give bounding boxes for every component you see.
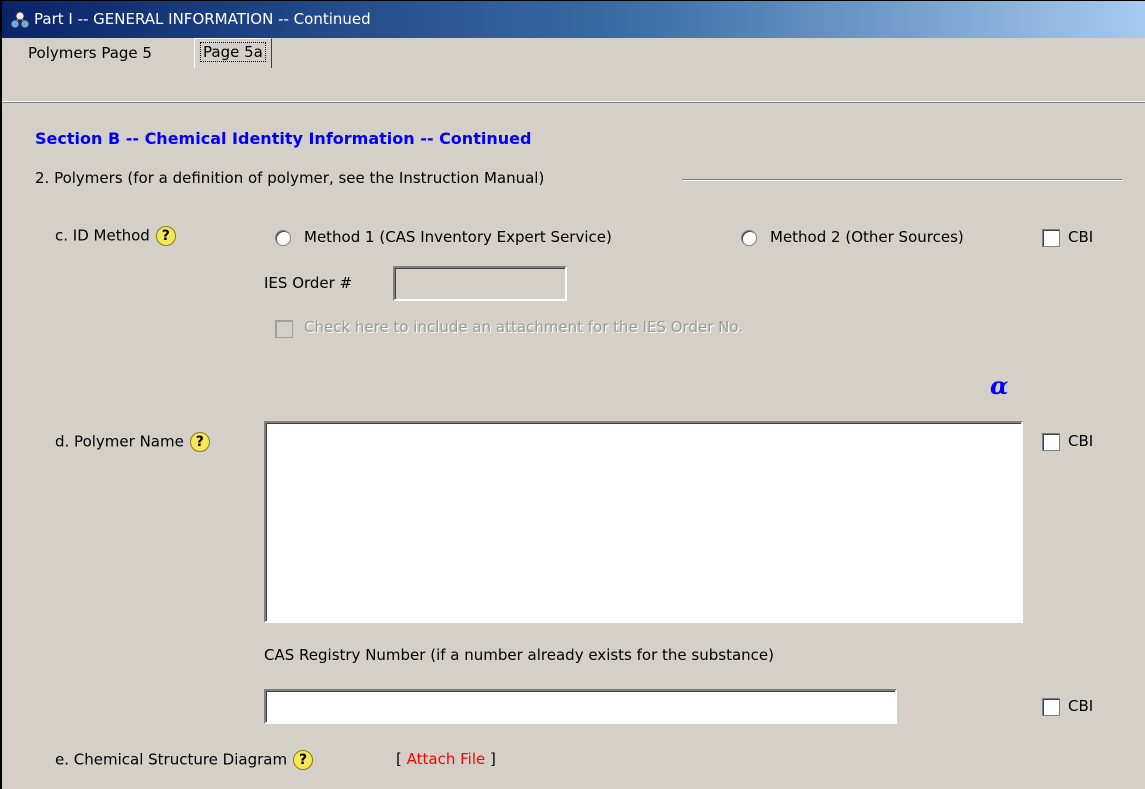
alpha-symbol-icon[interactable]: α (990, 371, 1008, 400)
title-bar: Part I -- GENERAL INFORMATION -- Continu… (2, 1, 1145, 38)
window-title: Part I -- GENERAL INFORMATION -- Continu… (34, 10, 371, 28)
ies-order-input[interactable] (393, 266, 567, 301)
id-method-label: c. ID Method? (55, 226, 176, 246)
cas-registry-label: CAS Registry Number (if a number already… (264, 646, 774, 664)
tab-strip: Polymers Page 5 Page 5a (2, 38, 1145, 103)
attach-bracket-open: [ (396, 750, 402, 768)
method-2-radio[interactable] (741, 230, 757, 246)
molecule-icon (10, 11, 30, 29)
group-subtitle: 2. Polymers (for a definition of polymer… (35, 169, 551, 187)
polymer-name-cbi-label: CBI (1068, 432, 1094, 450)
id-method-cbi-checkbox[interactable] (1042, 229, 1060, 247)
polymer-name-label: d. Polymer Name? (55, 432, 210, 452)
attach-file-link[interactable]: Attach File (407, 750, 486, 768)
attach-file-group: [ Attach File ] (396, 750, 496, 768)
section-title: Section B -- Chemical Identity Informati… (35, 129, 532, 148)
tab-label: Polymers Page 5 (28, 44, 152, 62)
tab-page-5a[interactable]: Page 5a (194, 38, 272, 68)
polymer-name-textarea[interactable] (264, 421, 1023, 623)
tab-polymers-page-5[interactable]: Polymers Page 5 (22, 40, 158, 66)
structure-label: e. Chemical Structure Diagram? (55, 750, 314, 770)
method-1-radio[interactable] (275, 230, 291, 246)
polymer-name-text: d. Polymer Name (55, 432, 184, 451)
cas-cbi-label: CBI (1068, 697, 1094, 715)
form-window: Part I -- GENERAL INFORMATION -- Continu… (0, 0, 1145, 789)
help-icon[interactable]: ? (293, 750, 314, 770)
tab-divider-shadow (2, 102, 1145, 103)
method-2-label: Method 2 (Other Sources) (770, 228, 964, 246)
ies-attachment-checkbox[interactable] (275, 320, 293, 338)
id-method-text: c. ID Method (55, 226, 150, 245)
help-icon[interactable]: ? (189, 432, 210, 452)
ies-order-label: IES Order # (264, 274, 353, 292)
cas-registry-input[interactable] (264, 689, 897, 724)
tab-label: Page 5a (200, 42, 266, 62)
ies-attachment-label: Check here to include an attachment for … (304, 318, 744, 336)
help-icon[interactable]: ? (155, 226, 176, 246)
attach-bracket-close: ] (490, 750, 496, 768)
method-1-label: Method 1 (CAS Inventory Expert Service) (304, 228, 612, 246)
group-rule (682, 179, 1122, 181)
cas-cbi-checkbox[interactable] (1042, 698, 1060, 716)
polymer-name-cbi-checkbox[interactable] (1042, 433, 1060, 451)
id-method-cbi-label: CBI (1068, 228, 1094, 246)
structure-text: e. Chemical Structure Diagram (55, 750, 288, 769)
